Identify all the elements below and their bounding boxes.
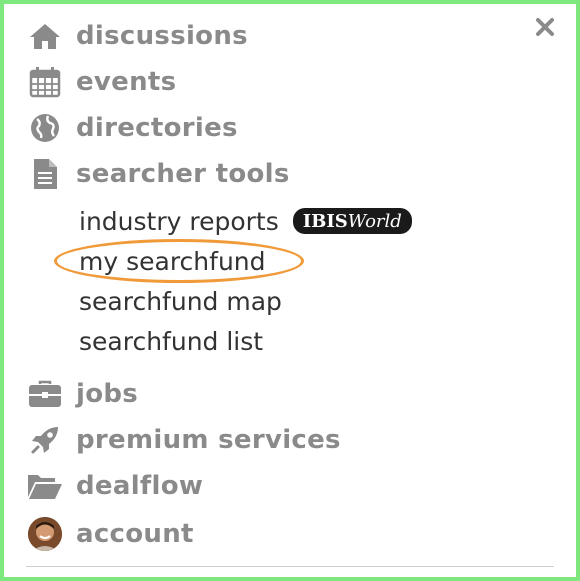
menu-label-discussions: discussions [76,21,248,51]
menu-item-premium-services[interactable]: premium services [26,420,341,460]
menu-item-events[interactable]: events [26,62,176,102]
submenu-label-my-searchfund: my searchfund [79,246,266,276]
menu-label-events: events [76,67,177,97]
ibisworld-logo: IBIS World [292,208,412,234]
submenu-item-my-searchfund[interactable]: my searchfund [79,244,266,278]
menu-label-account: account [76,519,194,549]
submenu-label-industry-reports: industry reports [79,206,279,236]
folder-open-icon [26,468,64,504]
avatar [26,516,64,552]
menu-label-searcher-tools: searcher tools [76,159,290,189]
briefcase-icon [26,376,64,412]
menu-item-dealflow[interactable]: dealflow [26,466,203,506]
menu-label-jobs: jobs [76,379,139,409]
divider [26,566,554,567]
calendar-icon [26,64,64,100]
close-icon[interactable] [532,14,558,40]
menu-panel: discussions events directories searcher … [0,0,580,581]
menu-label-dealflow: dealflow [76,471,204,501]
menu-label-premium-services: premium services [76,425,341,455]
submenu-label-searchfund-list: searchfund list [79,326,264,356]
menu-item-jobs[interactable]: jobs [26,374,138,414]
submenu-item-searchfund-list[interactable]: searchfund list [79,324,263,358]
globe-icon [26,110,64,146]
menu-item-discussions[interactable]: discussions [26,16,248,56]
menu-item-account[interactable]: account [26,514,194,554]
submenu-item-industry-reports[interactable]: industry reports IBIS World [79,204,412,238]
home-icon [26,18,64,54]
rocket-icon [26,422,64,458]
submenu-label-searchfund-map: searchfund map [79,286,282,316]
menu-item-directories[interactable]: directories [26,108,238,148]
menu-item-searcher-tools[interactable]: searcher tools [26,154,290,194]
menu-label-directories: directories [76,113,238,143]
document-icon [26,156,64,192]
submenu-item-searchfund-map[interactable]: searchfund map [79,284,282,318]
